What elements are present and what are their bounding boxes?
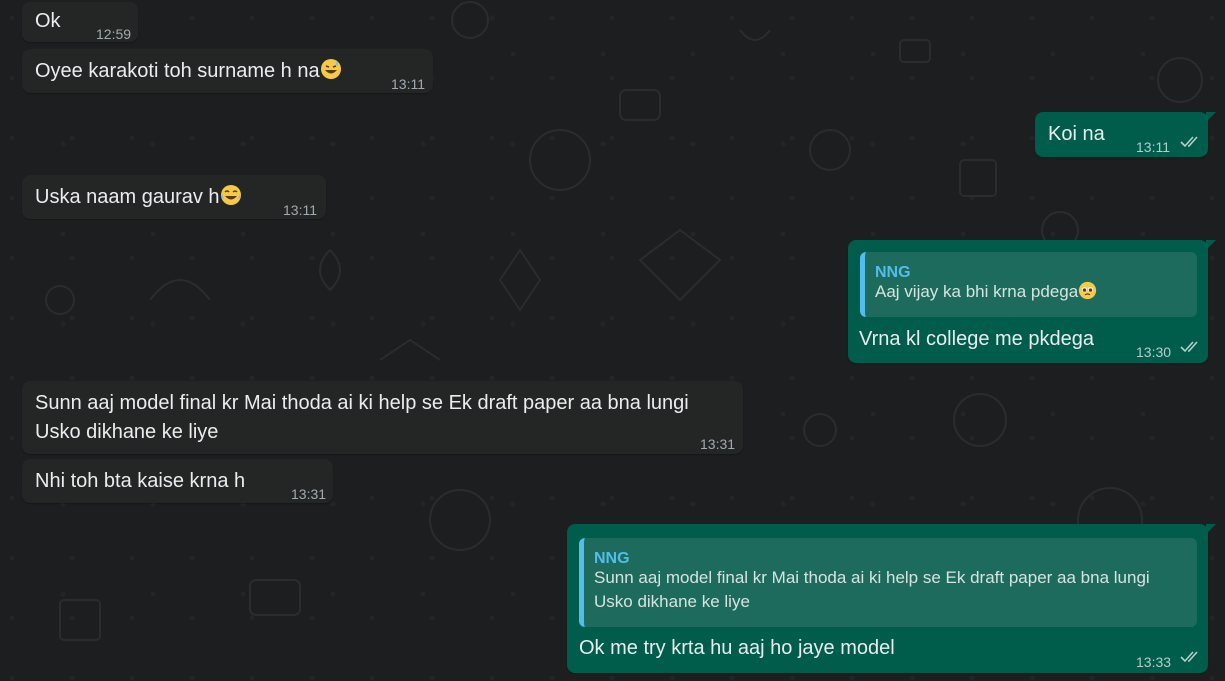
message-time: 13:31	[291, 486, 327, 502]
quoted-message[interactable]: NNG Sunn aaj model final kr Mai thoda ai…	[579, 538, 1197, 627]
message-text-line: Usko dikhane ke liye	[35, 421, 219, 443]
chat-panel[interactable]: Ok 12:59 Oyee karakoti toh surname h na …	[0, 0, 1225, 681]
message-time: 13:11	[283, 202, 317, 218]
message-text-content: Uska naam gaurav h	[35, 186, 220, 208]
message-text: Koi na	[1048, 123, 1105, 145]
double-tick-icon	[1180, 651, 1198, 663]
quoted-message[interactable]: NNG Aaj vijay ka bhi krna pdega	[860, 252, 1197, 317]
quoted-text: Aaj vijay ka bhi krna pdega	[875, 280, 1097, 304]
quoted-text-content: Aaj vijay ka bhi krna pdega	[875, 282, 1079, 301]
message-text: Nhi toh bta kaise krna h	[35, 470, 246, 492]
message-text: Ok	[35, 10, 61, 32]
incoming-message[interactable]: Ok 12:59	[22, 2, 138, 42]
message-time: 13:31	[700, 436, 736, 452]
pleading-face-emoji	[1079, 281, 1097, 300]
message-text: Oyee karakoti toh surname h na	[35, 57, 342, 86]
grinning-sweat-emoji	[320, 59, 341, 79]
message-text: Ok me try krta hu aaj ho jaye model	[579, 637, 895, 659]
incoming-message[interactable]: Nhi toh bta kaise krna h 13:31	[22, 459, 333, 503]
message-text: Uska naam gaurav h	[35, 183, 242, 212]
outgoing-message[interactable]: NNG Aaj vijay ka bhi krna pdega Vrna kl …	[848, 240, 1216, 363]
message-text-content: Oyee karakoti toh surname h na	[35, 60, 320, 82]
message-time: 13:33	[1136, 654, 1172, 670]
message-time: 13:11	[1136, 139, 1170, 155]
double-tick-icon	[1180, 341, 1198, 353]
message-time: 13:30	[1136, 344, 1172, 360]
incoming-message[interactable]: Uska naam gaurav h 13:11	[22, 175, 326, 219]
incoming-message[interactable]: Oyee karakoti toh surname h na 13:11	[22, 49, 433, 93]
outgoing-message[interactable]: NNG Sunn aaj model final kr Mai thoda ai…	[567, 524, 1216, 673]
quoted-text-line: Usko dikhane ke liye	[594, 592, 750, 611]
tears-of-joy-emoji	[220, 185, 241, 205]
message-text: Vrna kl college me pkdega	[859, 328, 1094, 350]
message-time: 12:59	[96, 26, 132, 42]
double-tick-icon	[1180, 136, 1198, 148]
quoted-text-line: Sunn aaj model final kr Mai thoda ai ki …	[594, 568, 1150, 587]
outgoing-message[interactable]: Koi na 13:11	[1035, 112, 1216, 157]
message-time: 13:11	[391, 76, 425, 92]
message-text-line: Sunn aaj model final kr Mai thoda ai ki …	[35, 392, 689, 414]
incoming-message[interactable]: Sunn aaj model final kr Mai thoda ai ki …	[22, 381, 743, 454]
